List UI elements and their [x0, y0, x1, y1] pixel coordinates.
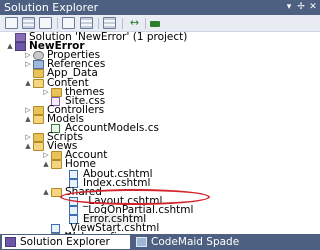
sync-icon[interactable]: ↔ — [128, 17, 141, 29]
tab-label: CodeMaid Spade — [151, 236, 240, 248]
close-icon[interactable]: ✕ — [308, 2, 318, 12]
toolbar-separator — [57, 18, 58, 29]
toolbar-separator — [98, 18, 99, 29]
tab-label: Solution Explorer — [20, 236, 110, 248]
bottom-tab-strip: Solution Explorer CodeMaid Spade — [0, 234, 320, 250]
window-title: Solution Explorer — [4, 1, 99, 14]
collapse-icon[interactable] — [150, 21, 160, 27]
toolbar: ↔ — [0, 15, 320, 32]
toolbar-separator — [122, 18, 123, 29]
codemaid-spade-tab-icon — [136, 237, 147, 247]
title-bar: Solution Explorer ▾ ✢ ✕ — [0, 0, 320, 15]
solution-explorer-window: Solution Explorer ▾ ✢ ✕ ↔ Solution 'NewE… — [0, 0, 320, 250]
view-designer-icon[interactable] — [80, 17, 93, 29]
refresh-icon[interactable] — [39, 17, 52, 29]
toolbar-separator — [145, 18, 146, 29]
view-code-icon[interactable] — [62, 17, 75, 29]
solution-explorer-tab-icon — [5, 237, 16, 247]
show-all-files-icon[interactable] — [22, 17, 35, 29]
class-diagram-icon[interactable] — [103, 17, 116, 29]
solution-tree: Solution 'NewError' (1 project) ▲ NewError… — [0, 32, 320, 250]
properties-button-icon[interactable] — [5, 17, 18, 29]
tab-solution-explorer[interactable]: Solution Explorer — [2, 235, 130, 249]
pin-icon[interactable]: ✢ — [296, 2, 306, 12]
tab-codemaid-spade[interactable]: CodeMaid Spade — [133, 235, 263, 249]
dropdown-icon[interactable]: ▾ — [284, 2, 294, 12]
